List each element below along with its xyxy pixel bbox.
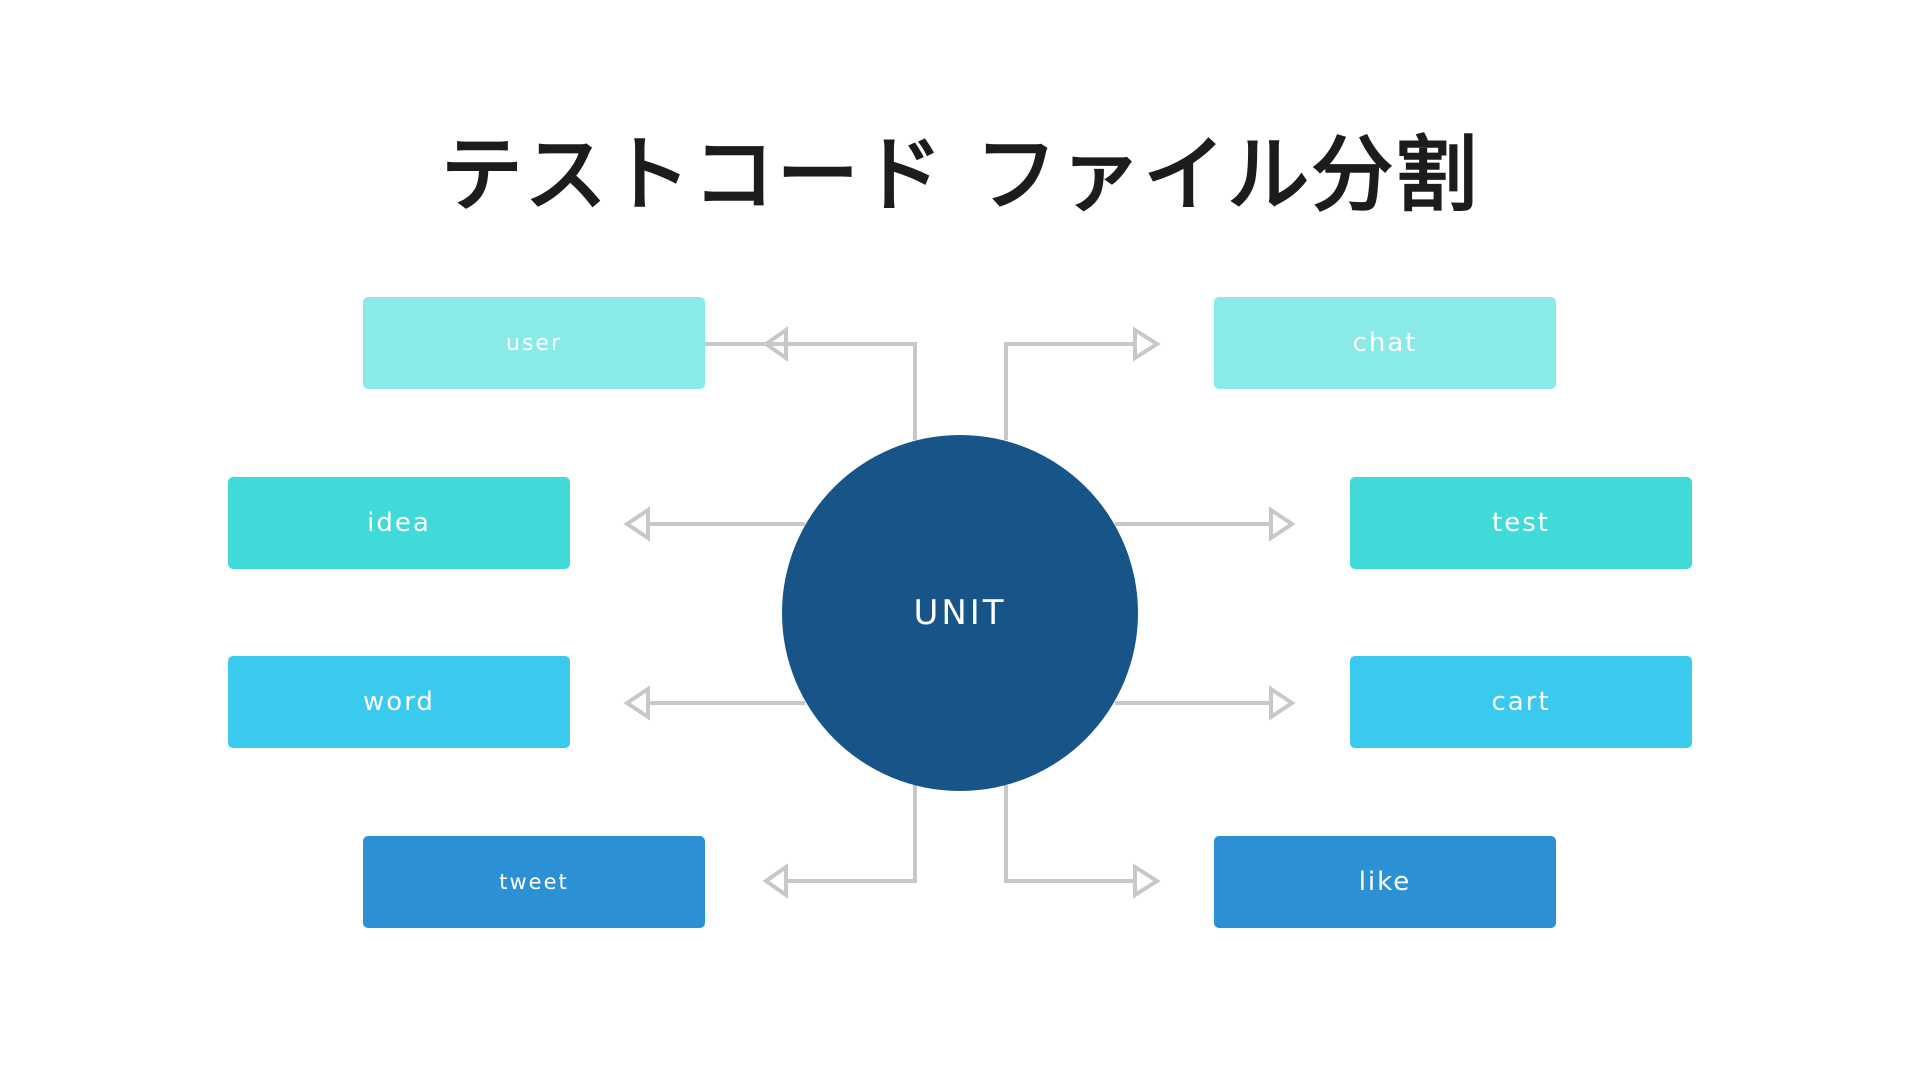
connector-like [1004, 785, 1135, 883]
node-label: user [506, 330, 562, 356]
arrow-to-chat-icon [1133, 326, 1161, 362]
node-idea[interactable]: idea [228, 477, 570, 569]
node-word[interactable]: word [228, 656, 570, 748]
node-user[interactable]: user [363, 297, 705, 389]
arrow-to-idea-icon [623, 506, 650, 542]
node-tweet[interactable]: tweet [363, 836, 705, 928]
node-like[interactable]: like [1214, 836, 1556, 928]
arrow-to-tweet-icon [762, 863, 788, 899]
node-label: like [1358, 867, 1412, 897]
node-chat[interactable]: chat [1214, 297, 1556, 389]
arrow-to-like-icon [1133, 863, 1161, 899]
node-label: tweet [499, 870, 569, 894]
node-label: test [1492, 508, 1550, 538]
arrow-to-test-icon [1269, 506, 1296, 542]
node-cart[interactable]: cart [1350, 656, 1692, 748]
connector-tweet [786, 785, 917, 883]
arrow-to-word-icon [623, 685, 650, 721]
node-label: idea [367, 508, 431, 538]
hub-label: UNIT [913, 593, 1007, 633]
node-label: cart [1491, 687, 1551, 717]
hub-node-unit[interactable]: UNIT [782, 435, 1138, 791]
arrow-to-cart-icon [1269, 685, 1296, 721]
node-test[interactable]: test [1350, 477, 1692, 569]
node-label: chat [1352, 328, 1418, 358]
connector-chat [1004, 342, 1135, 440]
node-label: word [363, 687, 435, 717]
